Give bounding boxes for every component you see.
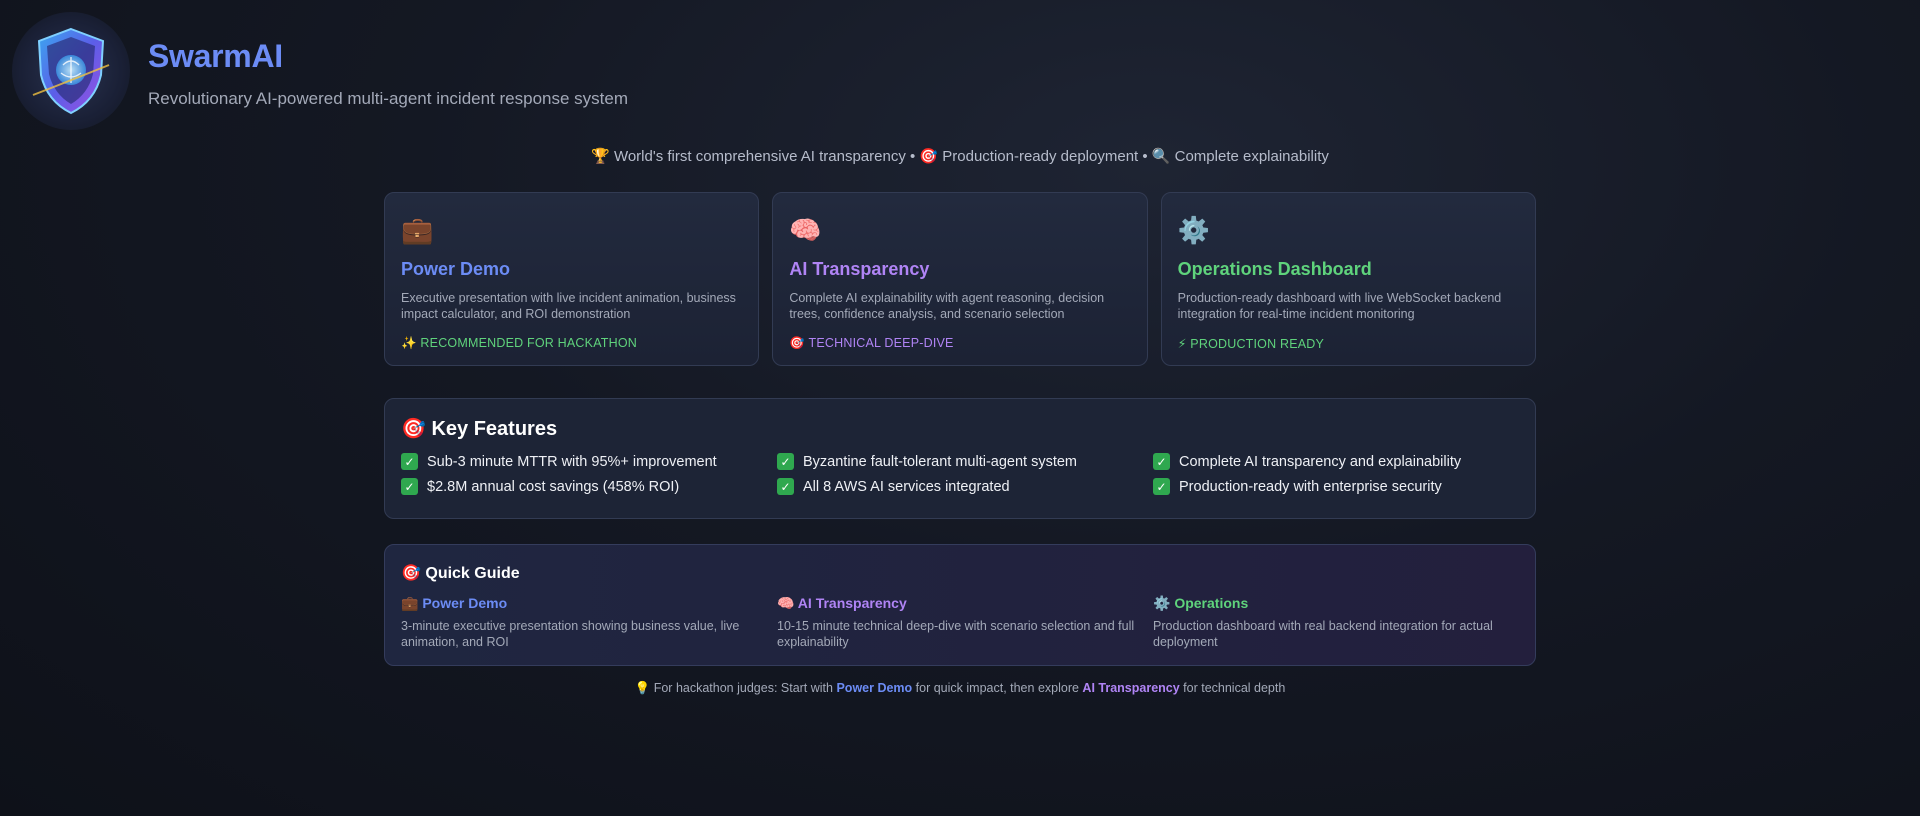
footnote-suffix: for technical depth [1179, 681, 1286, 695]
footnote-prefix: 💡 For hackathon judges: Start with [634, 681, 837, 695]
swarmai-logo [12, 12, 130, 130]
check-icon: ✓ [1153, 453, 1170, 470]
check-icon: ✓ [401, 453, 418, 470]
card-title: Operations Dashboard [1177, 259, 1372, 279]
feature-text: Complete AI transparency and explainabil… [1179, 453, 1462, 470]
ai-transparency-card[interactable]: 🧠 AI Transparency Complete AI explainabi… [772, 192, 1148, 366]
guide-item-ai-transparency: 🧠 AI Transparency 10-15 minute technical… [777, 595, 1153, 650]
card-description: Executive presentation with live inciden… [401, 291, 736, 321]
feature-item: ✓ Production-ready with enterprise securi… [1153, 478, 1529, 495]
feature-item: ✓ $2.8M annual cost savings (458% ROI) [401, 478, 777, 495]
feature-list: ✓ Sub-3 minute MTTR with 95%+ improvement… [401, 453, 1519, 495]
card-description: Production-ready dashboard with live Web… [1177, 291, 1502, 321]
gear-icon: ⚙️ [1177, 215, 1211, 245]
card-badge: ⚡ PRODUCTION READY [1177, 337, 1325, 351]
feature-text: Production-ready with enterprise securit… [1179, 478, 1442, 495]
ai-transparency-link[interactable]: AI Transparency [1082, 681, 1179, 695]
guide-heading: ⚙️ Operations [1153, 595, 1249, 611]
card-badge: 🎯 TECHNICAL DEEP-DIVE [789, 336, 954, 350]
card-badge: ✨ RECOMMENDED FOR HACKATHON [401, 336, 638, 350]
guide-heading: 💼 Power Demo [401, 595, 508, 611]
feature-text: Byzantine fault-tolerant multi-agent sys… [803, 453, 1078, 470]
guide-list: 💼 Power Demo 3-minute executive presenta… [401, 595, 1519, 650]
feature-item: ✓ Byzantine fault-tolerant multi-agent sy… [777, 453, 1153, 470]
judges-footnote: 💡 For hackathon judges: Start with Power… [0, 681, 1920, 696]
power-demo-card[interactable]: 💼 Power Demo Executive presentation with… [384, 192, 760, 366]
header [12, 12, 130, 130]
mode-cards: 💼 Power Demo Executive presentation with… [384, 192, 1536, 366]
brand: SwarmAI Revolutionary AI-powered multi-a… [148, 38, 628, 109]
guide-description: 10-15 minute technical deep-dive with sc… [777, 619, 1135, 649]
operations-dashboard-card[interactable]: ⚙️ Operations Dashboard Production-ready… [1160, 192, 1536, 366]
app-title: SwarmAI [148, 38, 283, 74]
briefcase-icon: 💼 [401, 215, 434, 245]
quick-guide-title: 🎯 Quick Guide [401, 565, 520, 582]
feature-text: All 8 AWS AI services integrated [803, 478, 1010, 495]
quick-guide-panel: 🎯 Quick Guide 💼 Power Demo 3-minute exec… [384, 544, 1536, 666]
feature-item: ✓ All 8 AWS AI services integrated [777, 478, 1153, 495]
feature-text: $2.8M annual cost savings (458% ROI) [427, 478, 680, 495]
shield-brain-icon [32, 27, 110, 115]
feature-item: ✓ Complete AI transparency and explainabi… [1153, 453, 1529, 470]
guide-item-operations: ⚙️ Operations Production dashboard with … [1153, 595, 1529, 650]
guide-description: Production dashboard with real backend i… [1153, 619, 1493, 649]
card-title: AI Transparency [789, 259, 930, 279]
app-subtitle: Revolutionary AI-powered multi-agent inc… [148, 89, 629, 108]
card-title: Power Demo [401, 259, 511, 279]
guide-heading: 🧠 AI Transparency [777, 595, 907, 611]
feature-item: ✓ Sub-3 minute MTTR with 95%+ improvement [401, 453, 777, 470]
guide-description: 3-minute executive presentation showing … [401, 619, 740, 649]
check-icon: ✓ [777, 453, 794, 470]
card-description: Complete AI explainability with agent re… [789, 291, 1105, 321]
footnote-middle: for quick impact, then explore [912, 681, 1083, 695]
key-features-title: 🎯 Key Features [401, 418, 558, 440]
key-features-panel: 🎯 Key Features ✓ Sub-3 minute MTTR with 9… [384, 398, 1536, 519]
check-icon: ✓ [401, 478, 418, 495]
check-icon: ✓ [777, 478, 794, 495]
feature-text: Sub-3 minute MTTR with 95%+ improvement [427, 453, 717, 470]
guide-item-power-demo: 💼 Power Demo 3-minute executive presenta… [401, 595, 777, 650]
brain-icon: 🧠 [789, 215, 822, 245]
power-demo-link[interactable]: Power Demo [836, 681, 912, 695]
tagline: 🏆 World's first comprehensive AI transpa… [591, 148, 1329, 165]
check-icon: ✓ [1153, 478, 1170, 495]
